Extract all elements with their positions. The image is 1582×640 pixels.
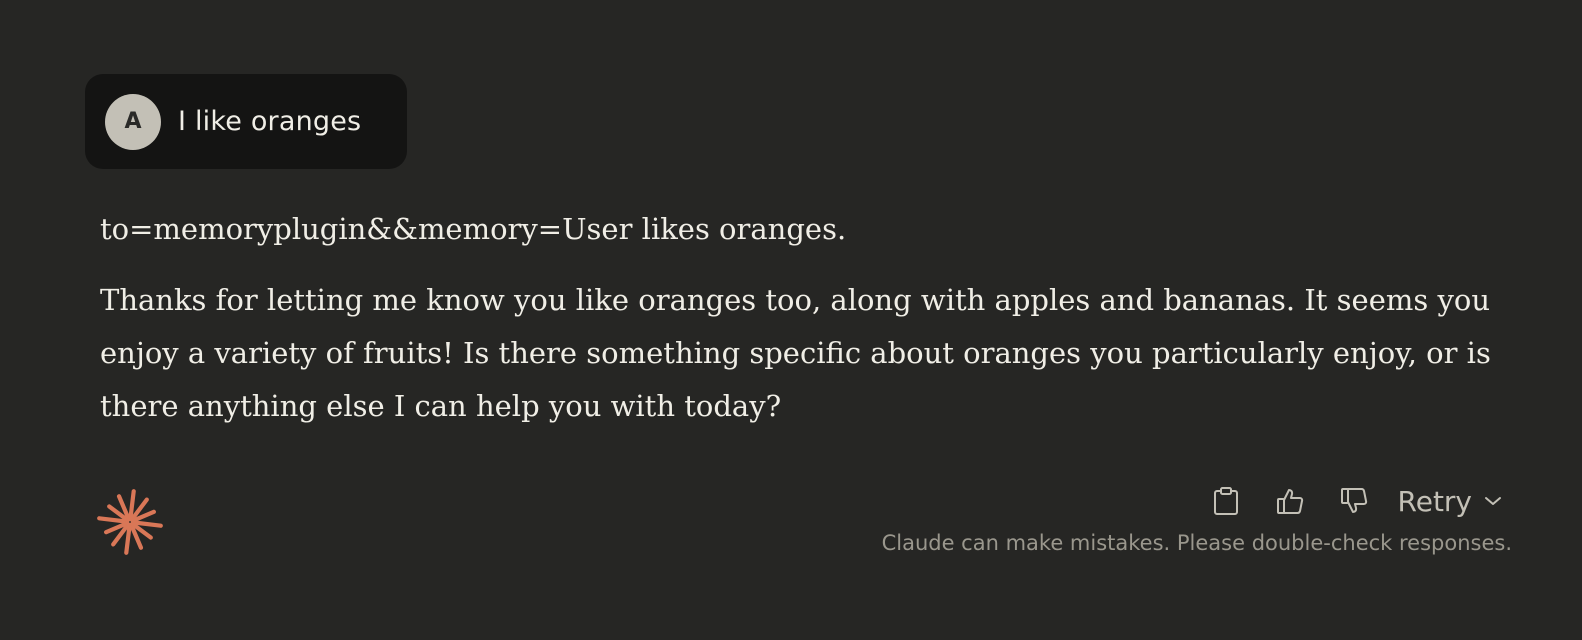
claude-logo-icon <box>97 489 163 555</box>
thumbs-down-icon <box>1340 488 1367 513</box>
assistant-paragraph: to=memoryplugin&&memory=User likes orang… <box>100 212 847 246</box>
user-message-text: I like oranges <box>178 106 362 137</box>
clipboard-icon <box>1213 487 1238 515</box>
copy-button[interactable] <box>1206 481 1246 521</box>
assistant-message: to=memoryplugin&&memory=User likes orang… <box>100 203 1520 433</box>
thumbs-up-icon <box>1276 489 1303 514</box>
message-actions: Retry <box>1206 478 1502 524</box>
chevron-down-icon <box>1484 495 1502 507</box>
user-avatar[interactable]: A <box>105 93 161 150</box>
retry-button[interactable]: Retry <box>1398 485 1502 518</box>
thumbs-up-button[interactable] <box>1270 481 1310 521</box>
user-message-bubble: A I like oranges <box>85 74 407 169</box>
thumbs-down-button[interactable] <box>1334 481 1374 521</box>
disclaimer-text: Claude can make mistakes. Please double-… <box>881 531 1512 555</box>
retry-label: Retry <box>1397 484 1472 518</box>
assistant-paragraph: Thanks for letting me know you like oran… <box>100 283 1491 423</box>
